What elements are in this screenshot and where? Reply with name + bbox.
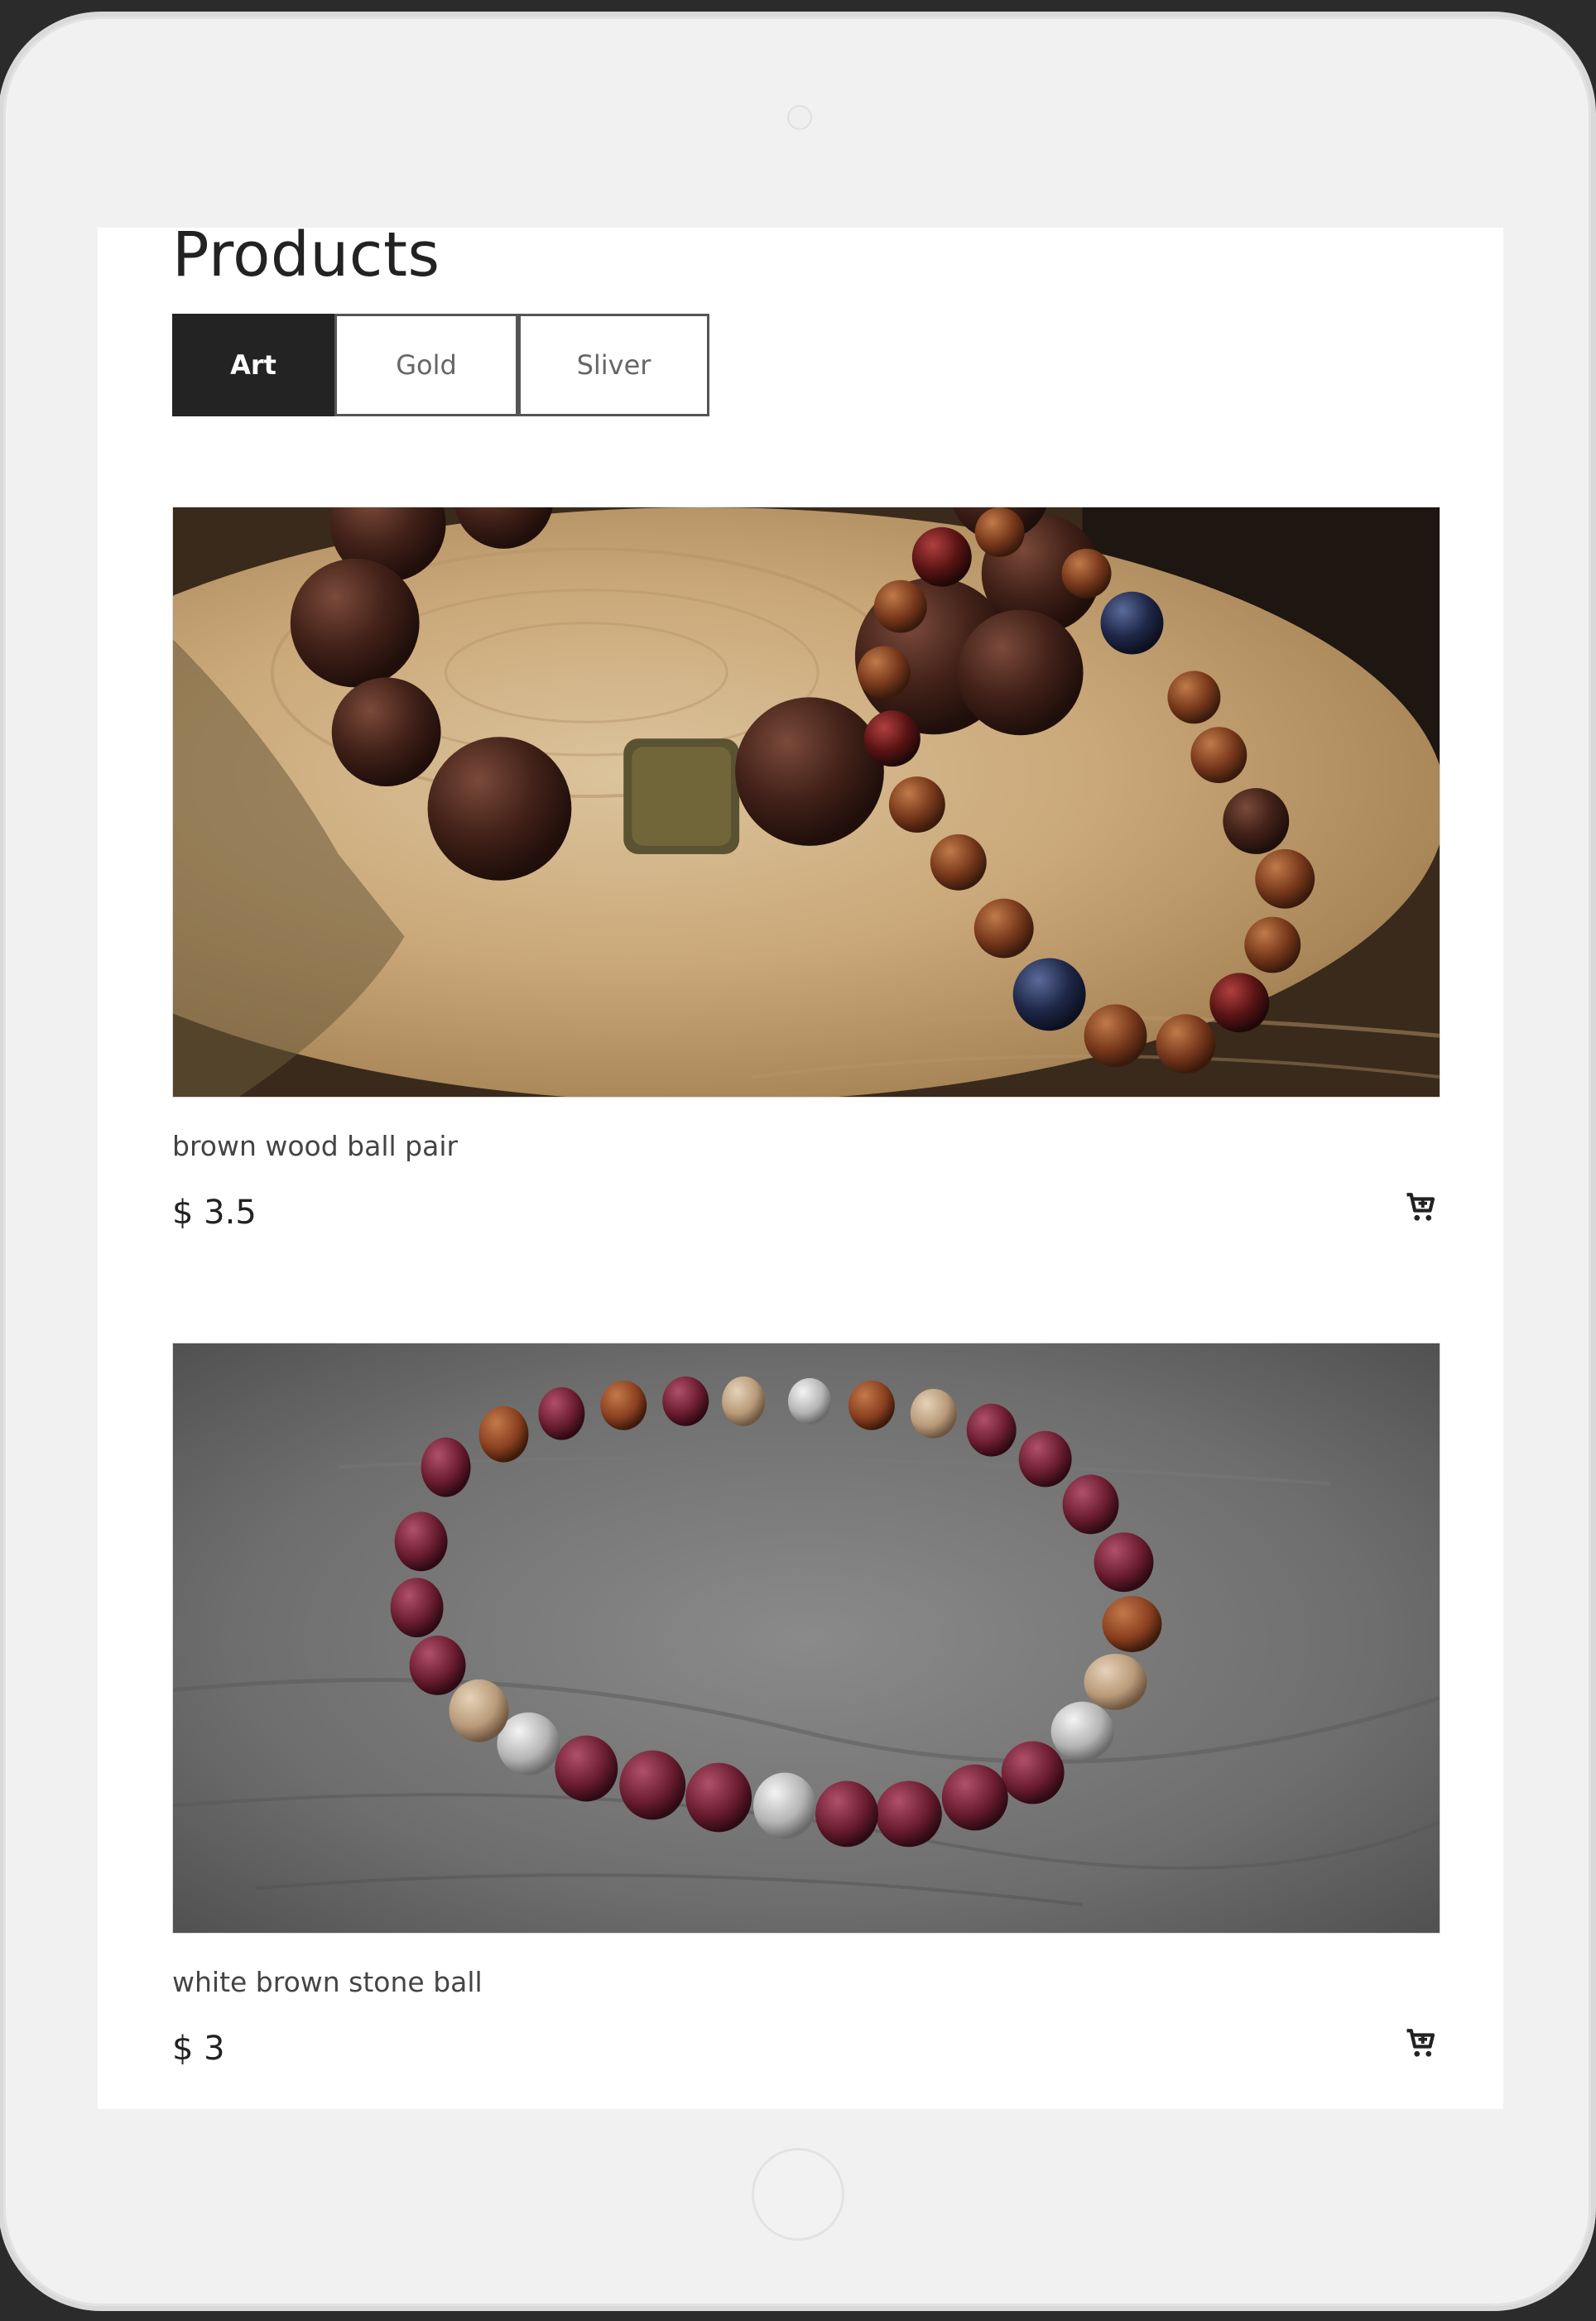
product-card: brown wood ball pair $ 3.5	[172, 507, 1440, 1232]
tab-sliver[interactable]: Sliver	[518, 314, 709, 416]
product-price: $ 3	[172, 2030, 225, 2068]
product-image[interactable]	[172, 1343, 1440, 1934]
add-to-cart-icon[interactable]	[1404, 2026, 1439, 2061]
tab-gold[interactable]: Gold	[334, 314, 518, 416]
page-title: Products	[172, 228, 440, 291]
tab-art[interactable]: Art	[172, 314, 334, 416]
front-camera	[787, 105, 812, 130]
product-name: brown wood ball pair	[172, 1130, 459, 1162]
product-image[interactable]	[172, 507, 1440, 1098]
home-button[interactable]	[752, 2148, 844, 2241]
product-price: $ 3.5	[172, 1194, 257, 1232]
product-name: white brown stone ball	[172, 1966, 483, 1998]
tablet-frame: Products Art Gold Sliver brown wood ball…	[3, 17, 1591, 2306]
app-screen: Products Art Gold Sliver brown wood ball…	[98, 228, 1503, 2109]
category-tabs: Art Gold Sliver	[172, 314, 709, 416]
product-card: white brown stone ball $ 3	[172, 1343, 1440, 2068]
add-to-cart-icon[interactable]	[1404, 1190, 1439, 1225]
